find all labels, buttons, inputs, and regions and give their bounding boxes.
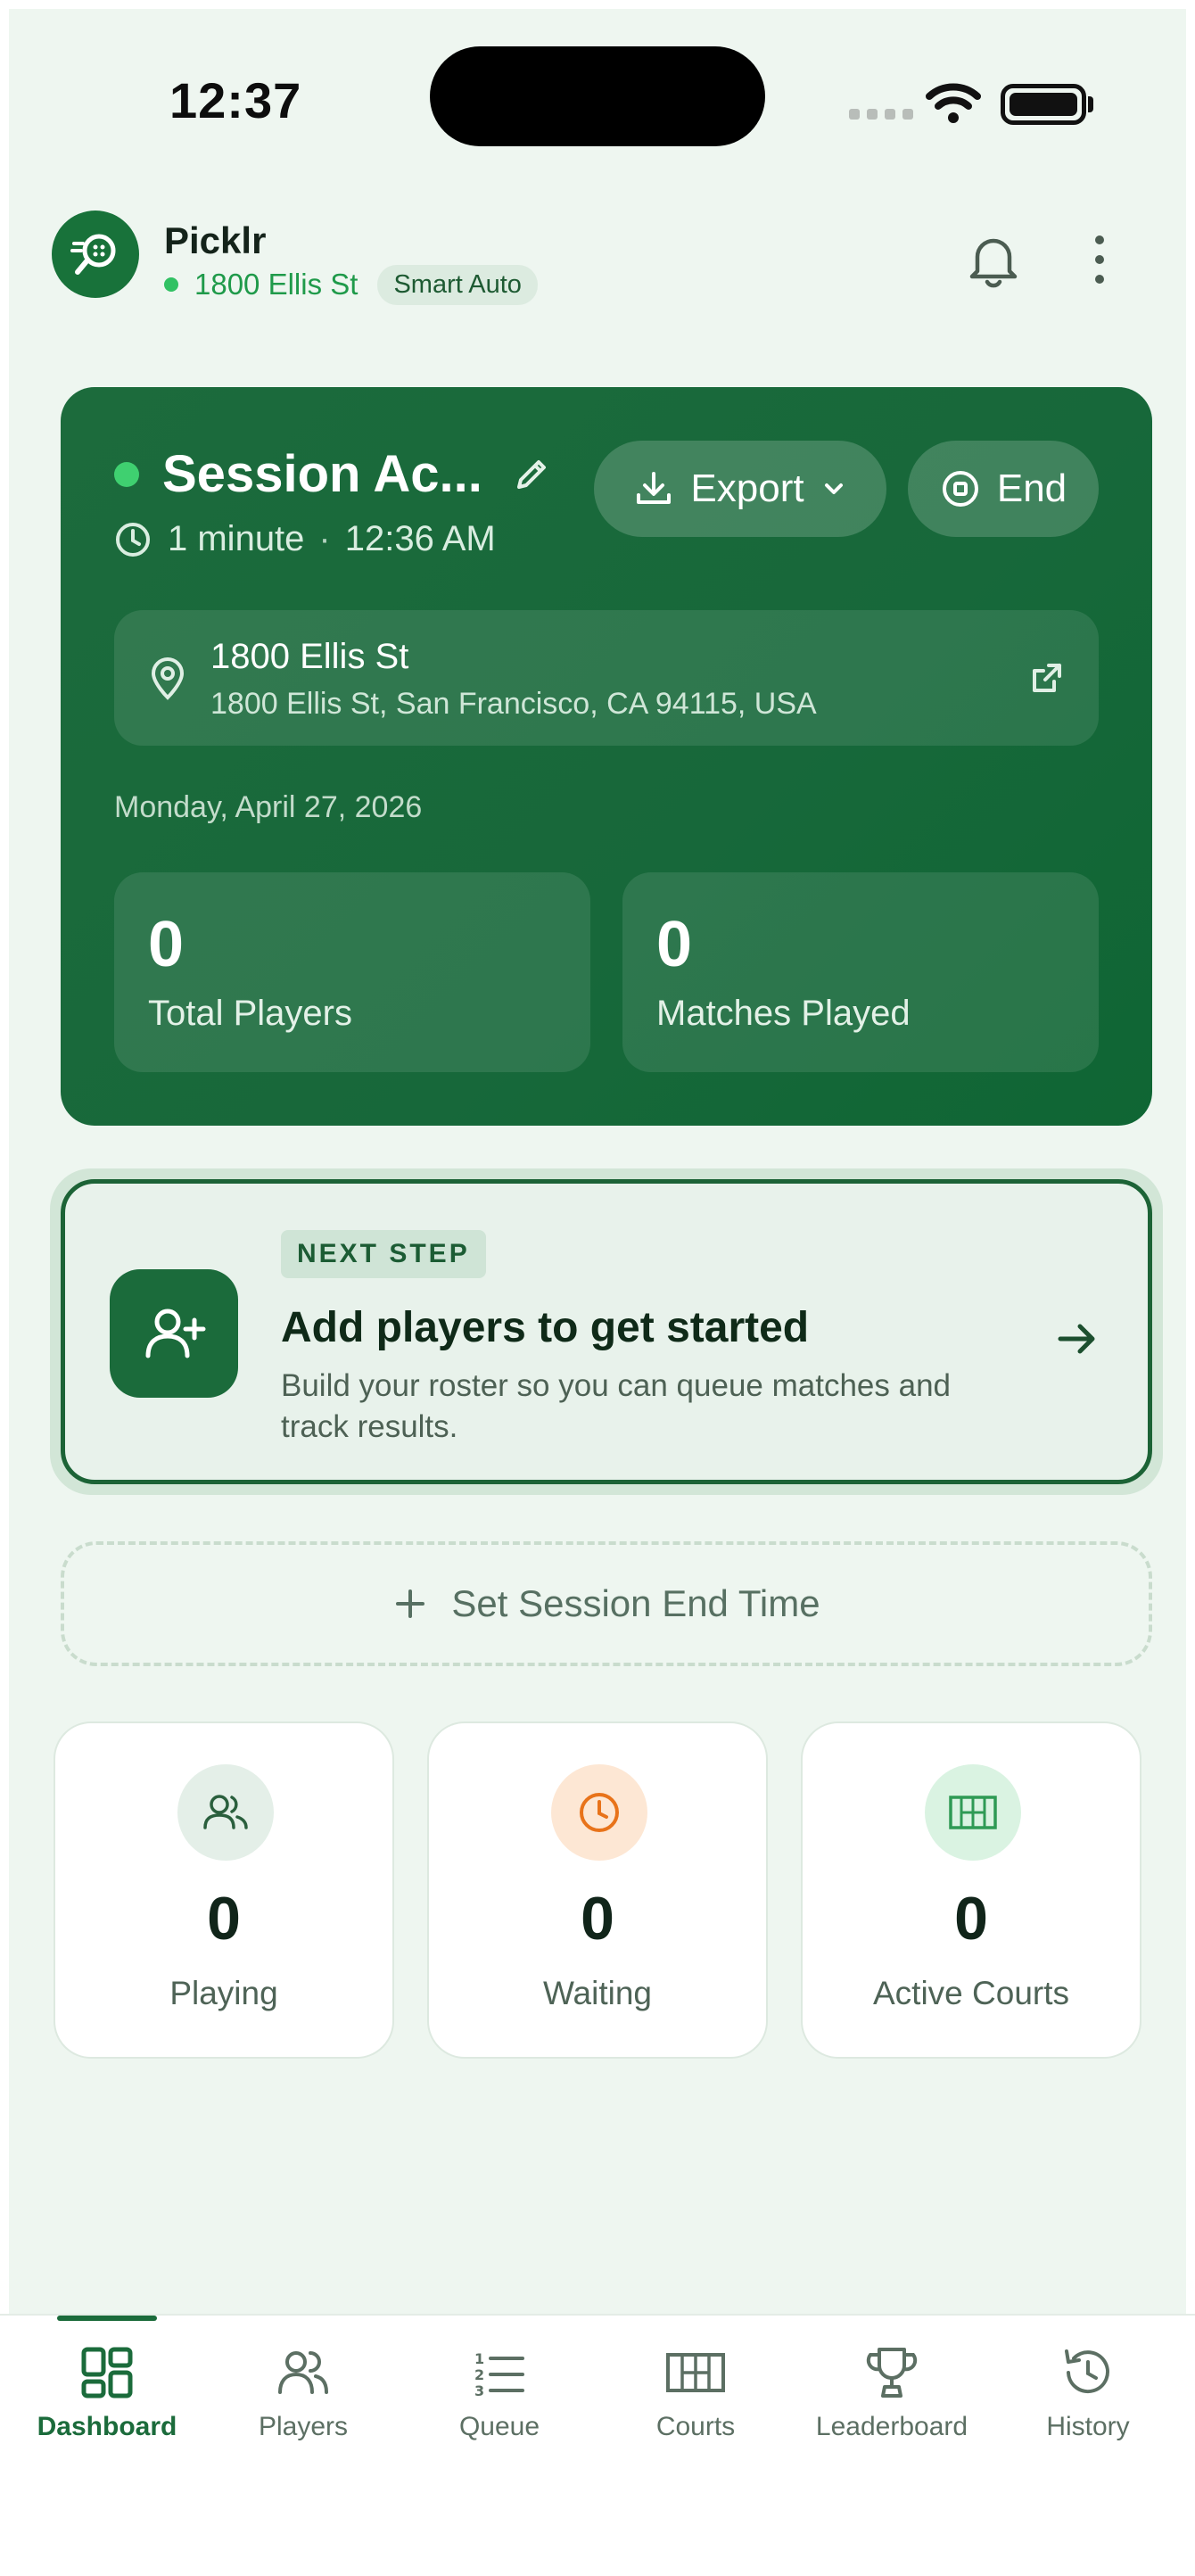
- playing-count: 0: [207, 1885, 241, 1953]
- dashboard-icon: [81, 2347, 133, 2398]
- battery-cap: [1088, 96, 1093, 112]
- session-date: Monday, April 27, 2026: [114, 790, 423, 824]
- bottom-tab-bar: Dashboard Players 1 2 3 Queue Courts Lea…: [0, 2314, 1195, 2576]
- app-logo: [52, 211, 139, 298]
- next-step-title: Add players to get started: [281, 1304, 810, 1351]
- meta-separator: ·: [318, 519, 331, 558]
- venue-row: 1800 Ellis St Smart Auto: [164, 264, 538, 305]
- map-pin-icon: [148, 656, 187, 706]
- download-icon: [637, 472, 672, 504]
- app-name: Picklr: [164, 219, 267, 261]
- tab-queue[interactable]: 1 2 3 Queue: [401, 2316, 598, 2458]
- venue-name: 1800 Ellis St: [194, 268, 358, 301]
- history-icon: [1065, 2349, 1109, 2394]
- stat-value: 0: [148, 909, 185, 980]
- session-start-time: 12:36 AM: [344, 519, 496, 558]
- location-box[interactable]: 1800 Ellis St 1800 Ellis St, San Francis…: [114, 610, 1099, 746]
- active-courts-label: Active Courts: [872, 1975, 1069, 2011]
- tab-dashboard[interactable]: Dashboard: [9, 2316, 205, 2458]
- clock-icon: [551, 1764, 647, 1861]
- waiting-count: 0: [581, 1885, 614, 1953]
- export-button[interactable]: Export: [594, 441, 886, 537]
- tab-label: Courts: [655, 2412, 736, 2441]
- export-label: Export: [690, 466, 804, 510]
- waiting-label: Waiting: [542, 1975, 652, 2011]
- active-courts-stat-card: 0 Active Courts: [801, 1721, 1141, 2059]
- add-user-icon: [110, 1269, 238, 1398]
- tab-label: History: [1046, 2412, 1130, 2441]
- players-icon: [278, 2351, 328, 2394]
- arrow-right-icon: [1053, 1316, 1100, 1366]
- tab-players[interactable]: Players: [205, 2316, 401, 2458]
- session-title: Session Ac...: [162, 445, 482, 503]
- court-icon: [925, 1764, 1021, 1861]
- more-options-icon[interactable]: [1095, 235, 1104, 284]
- location-name: 1800 Ellis St: [210, 637, 409, 676]
- end-session-button[interactable]: End: [908, 441, 1099, 537]
- battery-icon: [1001, 84, 1086, 125]
- end-label: End: [996, 466, 1067, 510]
- session-card: Session Ac... 1 minute · 12:36 AM Export: [61, 387, 1152, 1126]
- live-status-dot: [164, 277, 178, 292]
- session-duration: 1 minute: [168, 519, 305, 558]
- plus-icon: [396, 1589, 425, 1618]
- stat-label: Total Players: [148, 994, 352, 1033]
- location-address: 1800 Ellis St, San Francisco, CA 94115, …: [210, 687, 817, 721]
- stop-circle-icon: [942, 471, 978, 507]
- matches-played-stat: 0 Matches Played: [622, 872, 1099, 1072]
- svg-text:3: 3: [474, 2382, 484, 2399]
- wifi-icon: [926, 82, 981, 128]
- external-link-icon[interactable]: [1027, 658, 1067, 702]
- cellular-signal-icon: [849, 109, 913, 120]
- status-time: 12:37: [169, 72, 302, 128]
- session-meta: 1 minute · 12:36 AM: [114, 519, 496, 559]
- app-screen: 12:37 Picklr 1800 Ellis St Smart Auto Se…: [9, 9, 1186, 2328]
- session-live-dot: [114, 462, 139, 487]
- next-step-card[interactable]: NEXT STEP Add players to get started Bui…: [61, 1179, 1152, 1484]
- stat-label: Matches Played: [656, 994, 911, 1033]
- playing-stat-card: 0 Playing: [54, 1721, 394, 2059]
- users-icon: [177, 1764, 274, 1861]
- playing-label: Playing: [169, 1975, 278, 2011]
- active-courts-count: 0: [954, 1885, 988, 1953]
- svg-text:2: 2: [474, 2366, 484, 2383]
- tab-label: Queue: [458, 2412, 540, 2441]
- tab-leaderboard[interactable]: Leaderboard: [794, 2316, 990, 2458]
- tab-courts[interactable]: Courts: [598, 2316, 794, 2458]
- clock-icon: [116, 522, 150, 557]
- total-players-stat: 0 Total Players: [114, 872, 590, 1072]
- dynamic-island: [430, 46, 765, 146]
- next-step-wrapper: NEXT STEP Add players to get started Bui…: [50, 1168, 1163, 1495]
- waiting-stat-card: 0 Waiting: [427, 1721, 768, 2059]
- set-end-time-button[interactable]: Set Session End Time: [61, 1541, 1152, 1666]
- tab-label: Leaderboard: [815, 2412, 968, 2441]
- tab-history[interactable]: History: [990, 2316, 1186, 2458]
- tab-label: Players: [258, 2412, 349, 2441]
- stat-value: 0: [656, 909, 693, 980]
- svg-text:1: 1: [474, 2350, 484, 2367]
- tab-label: Dashboard: [37, 2412, 177, 2441]
- chevron-down-icon: [824, 483, 843, 494]
- next-step-badge: NEXT STEP: [281, 1230, 486, 1278]
- next-step-description: Build your roster so you can queue match…: [281, 1368, 951, 1444]
- bell-icon[interactable]: [967, 232, 1020, 293]
- set-end-time-label: Set Session End Time: [451, 1582, 820, 1624]
- edit-pencil-icon[interactable]: [512, 455, 551, 499]
- courts-icon: [666, 2353, 725, 2392]
- mode-badge: Smart Auto: [377, 264, 538, 305]
- queue-icon: 1 2 3: [474, 2350, 524, 2399]
- trophy-icon: [866, 2348, 918, 2398]
